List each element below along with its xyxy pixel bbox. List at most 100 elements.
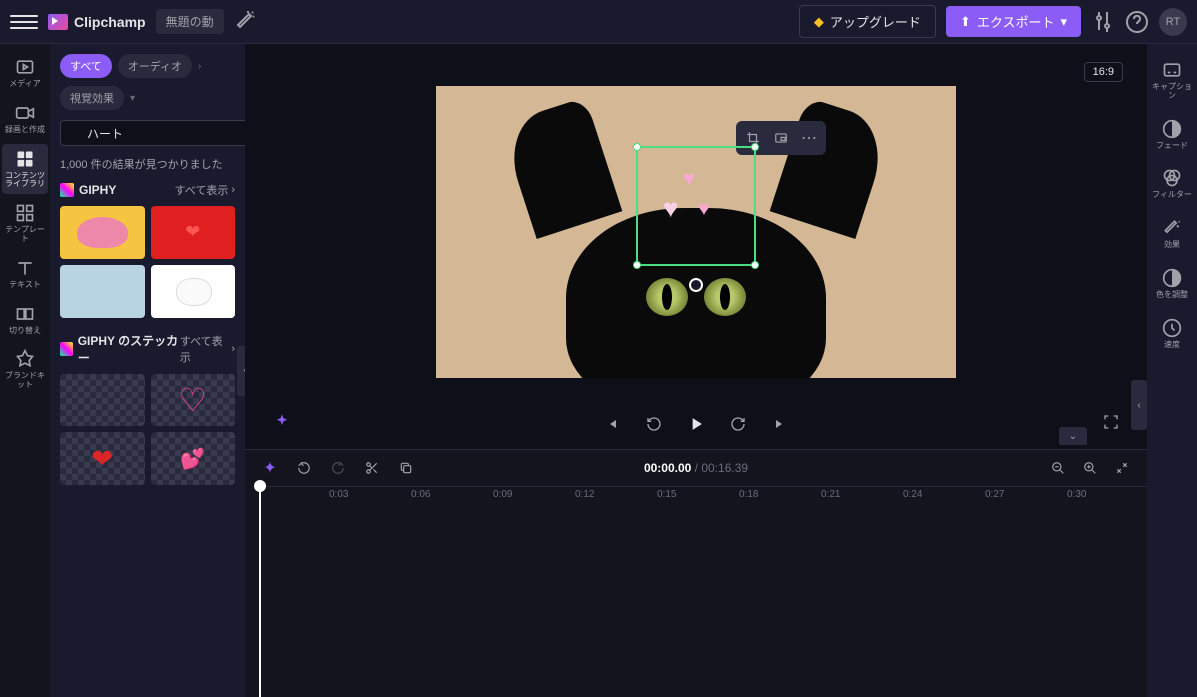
upgrade-button[interactable]: ◆ アップグレード <box>799 5 936 38</box>
diamond-icon: ◆ <box>814 14 824 30</box>
filter-audio[interactable]: オーディオ <box>118 54 192 78</box>
skip-start-icon[interactable] <box>598 410 626 438</box>
sidebar-item-templates[interactable]: テンプレート <box>2 198 48 249</box>
timecode: 00:00.00 / 00:16.39 <box>644 461 748 475</box>
heart-sticker-icon: ♥ <box>683 168 695 191</box>
upgrade-label: アップグレード <box>830 12 921 31</box>
sidebar-item-text[interactable]: テキスト <box>2 253 48 295</box>
video-preview[interactable]: ⋯ ♥ ♥ ♥ <box>436 86 956 378</box>
rightbar-item-color[interactable]: 色を調整 <box>1149 262 1195 306</box>
fit-icon[interactable] <box>1111 457 1133 479</box>
settings-icon[interactable] <box>1091 10 1115 34</box>
skip-end-icon[interactable] <box>766 410 794 438</box>
sticker-thumb[interactable] <box>60 432 145 485</box>
rightbar-item-caption[interactable]: キャプション <box>1149 54 1195 107</box>
stickers-show-all[interactable]: すべて表示› <box>180 333 235 365</box>
giphy-thumb[interactable] <box>60 206 145 259</box>
chevron-down-icon: ▾ <box>1060 14 1067 30</box>
left-sidebar: メディア 録画と作成 コンテンツライブラリ テンプレート テキスト 切り替え ブ… <box>0 44 50 697</box>
filter-all[interactable]: すべて <box>60 54 112 78</box>
sticker-thumb[interactable] <box>151 374 236 427</box>
sidebar-item-transition[interactable]: 切り替え <box>2 299 48 341</box>
user-avatar[interactable]: RT <box>1159 8 1187 36</box>
chevron-down-icon[interactable]: ▾ <box>130 93 135 104</box>
sticker-thumb[interactable] <box>151 432 236 485</box>
rightbar-item-filter[interactable]: フィルター <box>1149 162 1195 206</box>
selection-box[interactable]: ♥ ♥ ♥ <box>636 146 756 266</box>
rightbar-item-speed[interactable]: 速度 <box>1149 312 1195 356</box>
panel-collapse-button[interactable]: ‹ <box>237 346 245 396</box>
sidebar-item-library[interactable]: コンテンツライブラリ <box>2 144 48 195</box>
more-icon[interactable]: ⋯ <box>797 126 821 150</box>
giphy-thumb[interactable] <box>151 206 236 259</box>
timeline-collapse-button[interactable]: ⌄ <box>1059 427 1087 445</box>
help-icon[interactable] <box>1125 10 1149 34</box>
filter-visual[interactable]: 視覚効果 <box>60 86 124 110</box>
resize-handle[interactable] <box>633 261 641 269</box>
chevron-right-icon: › <box>231 184 235 196</box>
play-button[interactable] <box>682 410 710 438</box>
sidebar-item-brandkit[interactable]: ブランドキット <box>2 344 48 395</box>
giphy-thumb[interactable] <box>60 265 145 318</box>
giphy-show-all[interactable]: すべて表示› <box>175 182 235 198</box>
giphy-logo-icon <box>60 342 73 356</box>
redo-icon[interactable] <box>327 457 349 479</box>
undo-icon[interactable] <box>293 457 315 479</box>
heart-sticker-icon: ♥ <box>663 193 678 224</box>
heart-sticker-icon: ♥ <box>698 198 710 221</box>
rewind-icon[interactable] <box>640 410 668 438</box>
ai-enhance-icon[interactable] <box>273 413 291 436</box>
playback-controls <box>245 399 1147 449</box>
ruler-tick: 0:18 <box>739 489 758 500</box>
ruler-tick: 0:21 <box>821 489 840 500</box>
right-sidebar: キャプション フェード フィルター 効果 色を調整 速度 <box>1147 44 1197 697</box>
split-icon[interactable] <box>361 457 383 479</box>
rotate-handle[interactable] <box>689 278 703 292</box>
pip-icon[interactable] <box>769 126 793 150</box>
brand: Clipchamp <box>48 14 146 30</box>
aspect-ratio-button[interactable]: 16:9 <box>1084 62 1123 82</box>
rightbar-item-fade[interactable]: フェード <box>1149 113 1195 157</box>
sidebar-item-media[interactable]: メディア <box>2 52 48 94</box>
timeline: ✦ 00:00.00 / 00:16.39 0:030:060:090:120:… <box>245 449 1147 697</box>
giphy-thumb[interactable] <box>151 265 236 318</box>
magic-wand-icon[interactable] <box>234 10 258 34</box>
ruler-tick: 0:24 <box>903 489 922 500</box>
zoom-in-icon[interactable] <box>1079 457 1101 479</box>
resize-handle[interactable] <box>751 261 759 269</box>
copy-icon[interactable] <box>395 457 417 479</box>
ruler-tick: 0:09 <box>493 489 512 500</box>
ruler-tick: 0:06 <box>411 489 430 500</box>
brand-logo-icon <box>48 14 68 30</box>
preview-area: 16:9 ⋯ ♥ ♥ ♥ <box>245 44 1147 399</box>
fullscreen-icon[interactable] <box>1103 414 1119 435</box>
ai-timeline-icon[interactable]: ✦ <box>259 457 281 479</box>
chevron-right-icon: › <box>231 343 235 355</box>
project-title[interactable]: 無題の動 <box>156 9 224 34</box>
rightbar-collapse-button[interactable]: ‹ <box>1131 380 1147 430</box>
playhead[interactable] <box>259 486 261 697</box>
ruler-tick: 0:15 <box>657 489 676 500</box>
chevron-right-icon[interactable]: › <box>198 61 201 72</box>
upload-icon: ⬆ <box>960 14 971 30</box>
content-panel: すべて オーディオ › 視覚効果 ▾ 1,000 件の結果が見つかりました GI… <box>50 44 245 697</box>
sticker-thumb[interactable] <box>60 374 145 427</box>
ruler-tick: 0:30 <box>1067 489 1086 500</box>
ruler-tick: 0:12 <box>575 489 594 500</box>
results-count: 1,000 件の結果が見つかりました <box>60 156 235 172</box>
resize-handle[interactable] <box>633 143 641 151</box>
export-button[interactable]: ⬆ エクスポート ▾ <box>946 6 1081 37</box>
forward-icon[interactable] <box>724 410 752 438</box>
ruler-tick: 0:27 <box>985 489 1004 500</box>
timeline-ruler[interactable]: 0:03 0:06 0:09 0:12 0:15 0:18 0:21 0:24 0:27 0:30 <box>259 486 1147 508</box>
sidebar-item-record[interactable]: 録画と作成 <box>2 98 48 140</box>
giphy-logo-icon <box>60 183 74 197</box>
ruler-tick: 0:03 <box>329 489 348 500</box>
rightbar-item-effect[interactable]: 効果 <box>1149 212 1195 256</box>
stickers-section-label: GIPHY のステッカー <box>60 332 180 366</box>
search-input[interactable] <box>60 120 245 146</box>
zoom-out-icon[interactable] <box>1047 457 1069 479</box>
menu-icon[interactable] <box>10 8 38 36</box>
resize-handle[interactable] <box>751 143 759 151</box>
giphy-section-label: GIPHY <box>60 183 116 197</box>
